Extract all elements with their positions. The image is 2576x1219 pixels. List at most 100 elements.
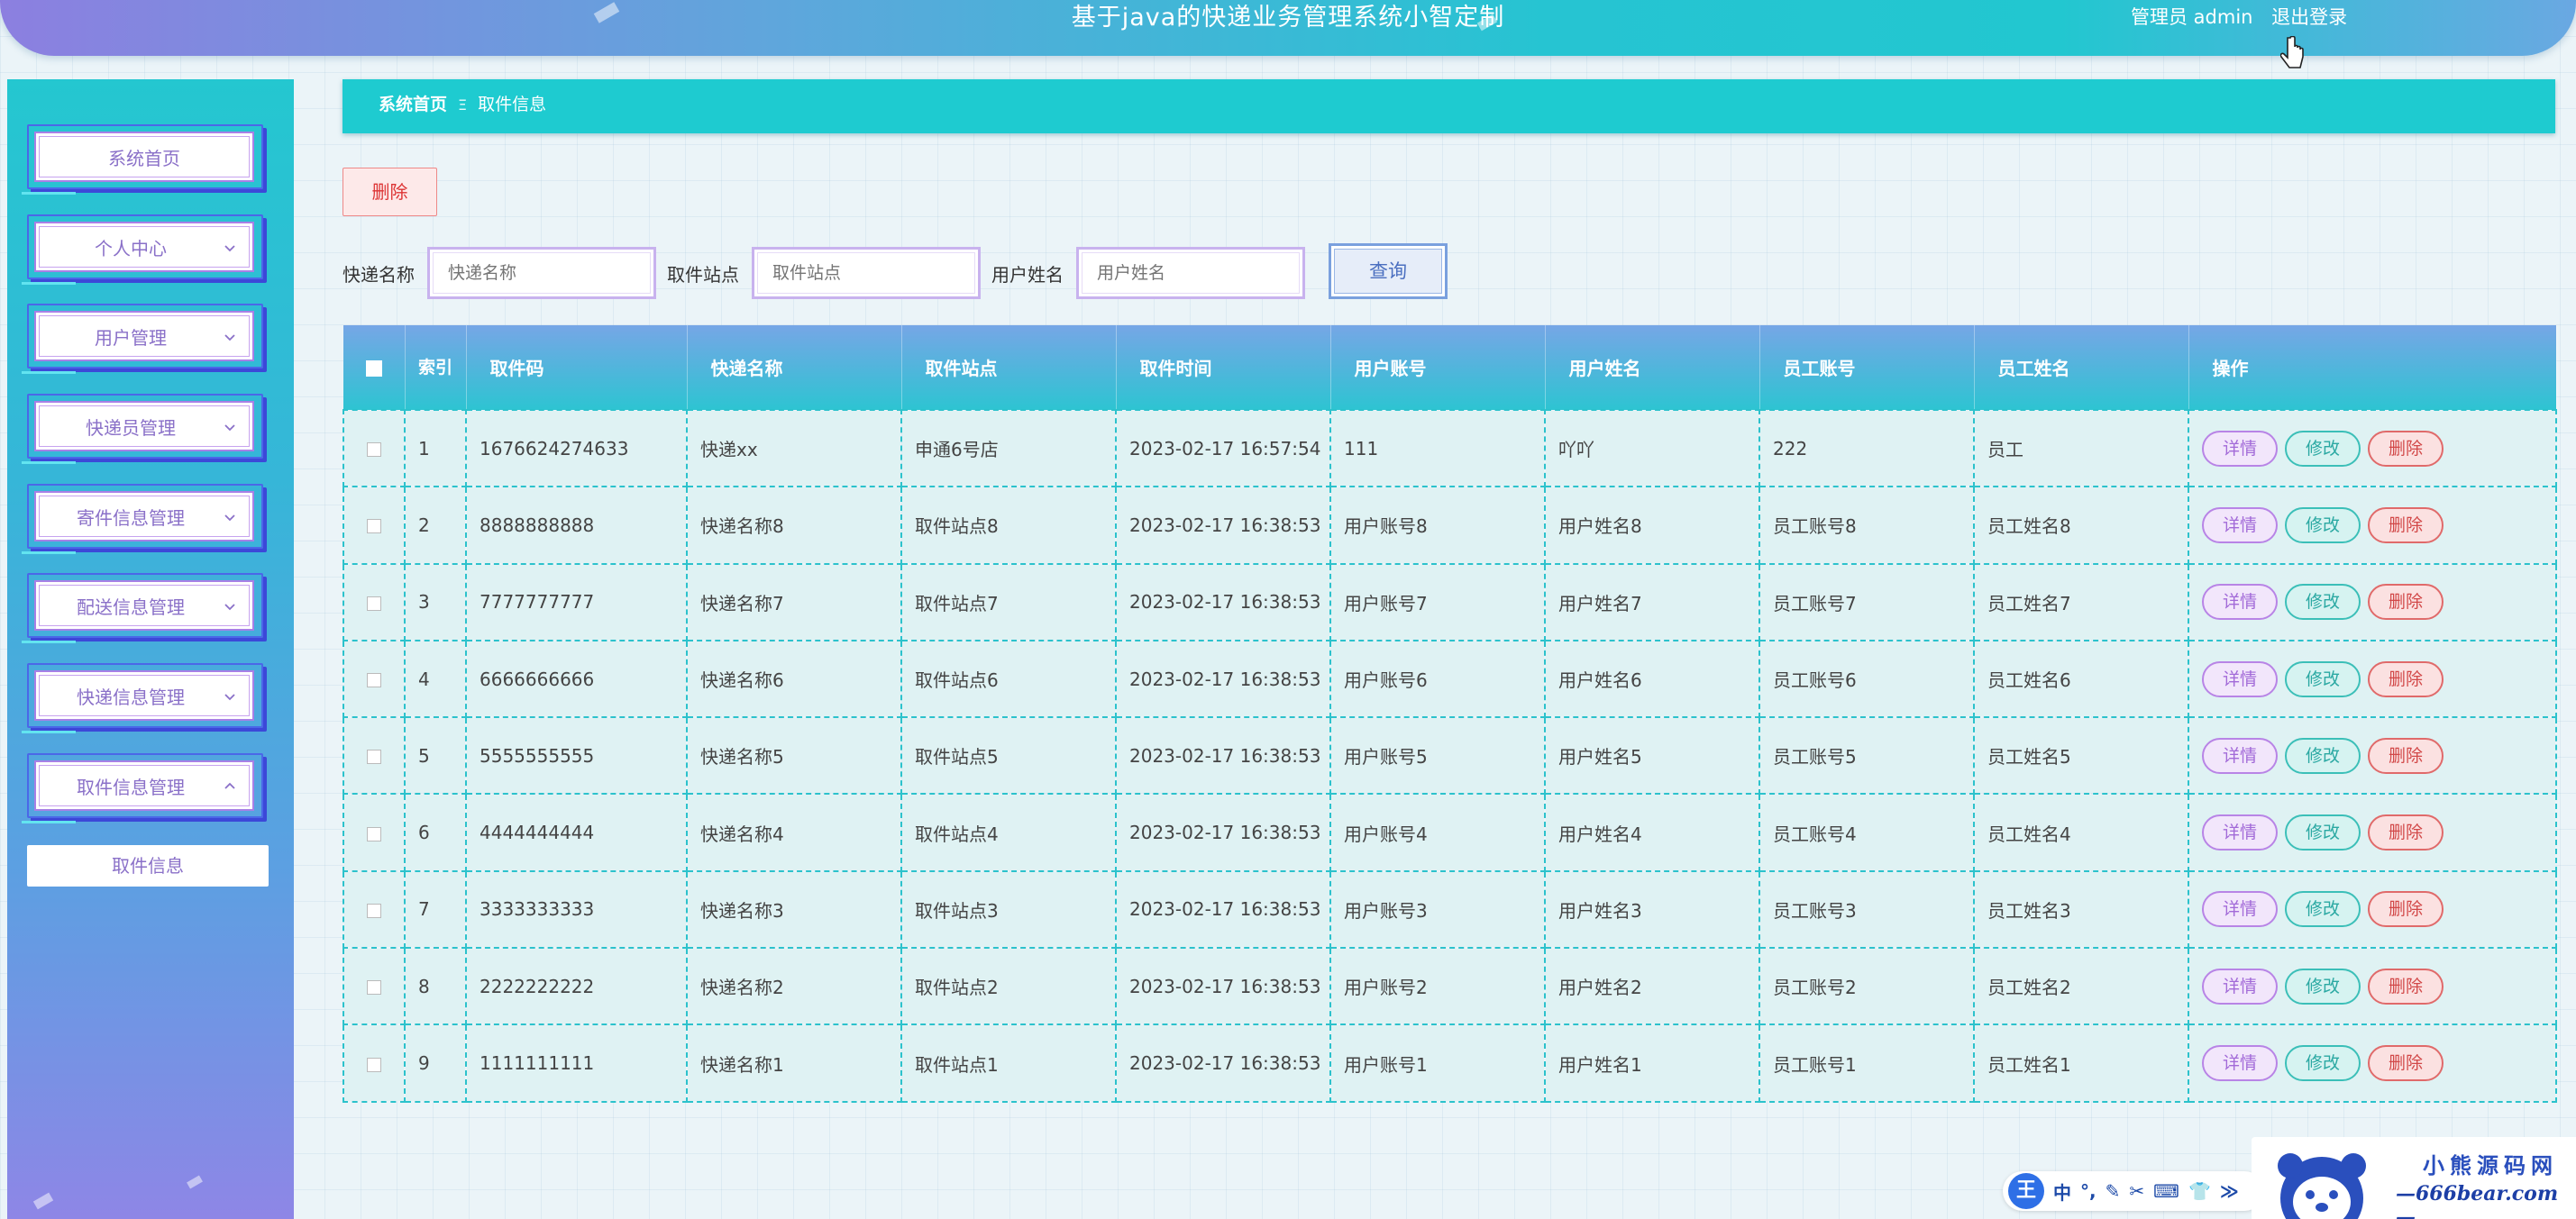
row-actions-cell: 详情 修改 删除 xyxy=(2188,562,2557,641)
row-actions-cell: 详情 修改 删除 xyxy=(2188,947,2557,1026)
search-label: 快递名称 xyxy=(343,263,415,286)
delete-button[interactable]: 删除 xyxy=(2368,891,2444,928)
query-button[interactable]: 查询 xyxy=(1329,243,1448,299)
table-cell: 员工姓名6 xyxy=(1973,639,2189,719)
sidebar-item-label: 配送信息管理 xyxy=(77,596,185,618)
delete-button[interactable]: 删除 xyxy=(2368,584,2444,621)
edit-button[interactable]: 修改 xyxy=(2285,891,2361,928)
sidebar-item-home[interactable]: 系统首页 xyxy=(22,124,267,195)
table-cell: 取件站点8 xyxy=(900,486,1117,565)
table-cell: 员工账号1 xyxy=(1758,1023,1975,1103)
edit-button[interactable]: 修改 xyxy=(2285,1045,2361,1082)
detail-button[interactable]: 详情 xyxy=(2202,891,2278,928)
sidebar-item-express[interactable]: 快递信息管理 xyxy=(22,663,267,733)
table-cell: 2023-02-17 16:38:53 xyxy=(1115,486,1331,565)
table-cell: 员工姓名4 xyxy=(1973,793,2189,872)
detail-button[interactable]: 详情 xyxy=(2202,968,2278,1005)
edit-button[interactable]: 修改 xyxy=(2285,430,2361,467)
user-name-input[interactable] xyxy=(1076,247,1305,299)
admin-label: 管理员 admin xyxy=(2131,6,2253,28)
sidebar-item-sending[interactable]: 寄件信息管理 xyxy=(22,484,267,554)
ime-skin-icon[interactable]: 👕 xyxy=(2188,1180,2211,1202)
detail-button[interactable]: 详情 xyxy=(2202,660,2278,697)
sidebar-item-pickup[interactable]: 取件信息管理 xyxy=(22,753,267,823)
edit-button[interactable]: 修改 xyxy=(2285,660,2361,697)
ime-keyboard-icon[interactable]: ⌨ xyxy=(2153,1180,2179,1202)
table-cell: 快递名称1 xyxy=(686,1023,902,1103)
detail-button[interactable]: 详情 xyxy=(2202,814,2278,851)
row-index-cell: 8 xyxy=(404,947,467,1026)
table-cell: 2023-02-17 16:38:53 xyxy=(1115,716,1331,796)
sidebar-item-couriers[interactable]: 快递员管理 xyxy=(22,394,267,464)
table-cell: 2023-02-17 16:38:53 xyxy=(1115,947,1331,1026)
decor-spark xyxy=(187,1175,203,1189)
table-cell: 快递名称3 xyxy=(686,869,902,950)
ime-scissors-icon[interactable]: ✂ xyxy=(2129,1180,2144,1202)
delete-button[interactable]: 删除 xyxy=(2368,814,2444,851)
table-cell: 快递名称8 xyxy=(686,486,902,565)
breadcrumb-home[interactable]: 系统首页 xyxy=(379,95,447,114)
table-cell: 员工账号5 xyxy=(1758,716,1975,796)
detail-button[interactable]: 详情 xyxy=(2202,1045,2278,1082)
sidebar-subitem-pickup-info[interactable]: 取件信息 xyxy=(27,845,269,887)
column-header: 快递名称 xyxy=(687,325,902,410)
sidebar-item-users[interactable]: 用户管理 xyxy=(22,304,267,374)
table-row: 2 8888888888 快递名称8 取件站点8 2023-02-17 16:38:53… xyxy=(343,486,2557,565)
row-checkbox[interactable] xyxy=(367,442,381,458)
sidebar-item-label: 系统首页 xyxy=(108,148,180,169)
edit-button[interactable]: 修改 xyxy=(2285,814,2361,851)
logout-link[interactable]: 退出登录 xyxy=(2271,6,2347,28)
detail-button[interactable]: 详情 xyxy=(2202,506,2278,543)
table-cell: 员工姓名2 xyxy=(1973,947,2189,1026)
detail-button[interactable]: 详情 xyxy=(2202,737,2278,774)
detail-button[interactable]: 详情 xyxy=(2202,430,2278,467)
delete-button[interactable]: 删除 xyxy=(2368,660,2444,697)
table-cell: 2222222222 xyxy=(465,947,688,1026)
delete-button[interactable]: 删除 xyxy=(2368,968,2444,1005)
table-cell: 员工姓名7 xyxy=(1973,562,2189,641)
table-cell: 2023-02-17 16:38:53 xyxy=(1115,562,1331,641)
delete-button[interactable]: 删除 xyxy=(2368,1045,2444,1082)
row-select-cell xyxy=(343,793,406,872)
edit-button[interactable]: 修改 xyxy=(2285,737,2361,774)
row-checkbox[interactable] xyxy=(367,596,381,611)
table-cell: 吖吖 xyxy=(1544,408,1760,488)
delete-button[interactable]: 删除 xyxy=(2368,430,2444,467)
row-checkbox[interactable] xyxy=(367,1057,381,1072)
sidebar-item-delivery[interactable]: 配送信息管理 xyxy=(22,573,267,643)
row-checkbox[interactable] xyxy=(367,673,381,688)
pickup-table: 索引 取件码 快递名称 取件站点 取件时间 用户账号 用户姓名 员工账号 员工姓… xyxy=(343,325,2557,1103)
table-cell: 员工姓名1 xyxy=(1973,1023,2189,1103)
delete-button[interactable]: 删除 xyxy=(2368,737,2444,774)
table-cell: 快递xx xyxy=(686,408,902,488)
detail-button[interactable]: 详情 xyxy=(2202,584,2278,621)
column-header: 取件时间 xyxy=(1116,325,1331,410)
ime-chinese-icon[interactable]: 中 xyxy=(2053,1178,2071,1205)
edit-button[interactable]: 修改 xyxy=(2285,506,2361,543)
row-select-cell xyxy=(343,486,406,565)
edit-button[interactable]: 修改 xyxy=(2285,584,2361,621)
express-name-input[interactable] xyxy=(427,247,656,299)
row-checkbox[interactable] xyxy=(367,903,381,918)
sidebar-item-label: 取件信息管理 xyxy=(77,777,185,798)
breadcrumb: 系统首页 Ξ 取件信息 xyxy=(343,79,2555,133)
row-checkbox[interactable] xyxy=(367,980,381,996)
row-select-cell xyxy=(343,869,406,950)
delete-button[interactable]: 删除 xyxy=(2368,506,2444,543)
table-cell: 快递名称4 xyxy=(686,793,902,872)
row-checkbox[interactable] xyxy=(367,826,381,841)
table-cell: 2023-02-17 16:57:54 xyxy=(1115,408,1331,488)
batch-delete-button[interactable]: 删除 xyxy=(343,168,437,216)
ime-more-icon[interactable]: ≫ xyxy=(2220,1180,2239,1202)
table-cell: 取件站点2 xyxy=(900,947,1117,1026)
row-checkbox[interactable] xyxy=(367,750,381,765)
select-all-checkbox[interactable] xyxy=(365,360,382,377)
ime-pen-icon[interactable]: ✎ xyxy=(2106,1180,2121,1202)
sidebar-item-profile[interactable]: 个人中心 xyxy=(22,214,267,285)
ime-punctuation-icon[interactable]: °, xyxy=(2080,1180,2096,1202)
edit-button[interactable]: 修改 xyxy=(2285,968,2361,1005)
row-select-cell xyxy=(343,1023,406,1103)
pickup-station-input[interactable] xyxy=(752,247,981,299)
row-checkbox[interactable] xyxy=(367,519,381,534)
ime-logo-icon[interactable]: 王 xyxy=(2008,1173,2044,1209)
